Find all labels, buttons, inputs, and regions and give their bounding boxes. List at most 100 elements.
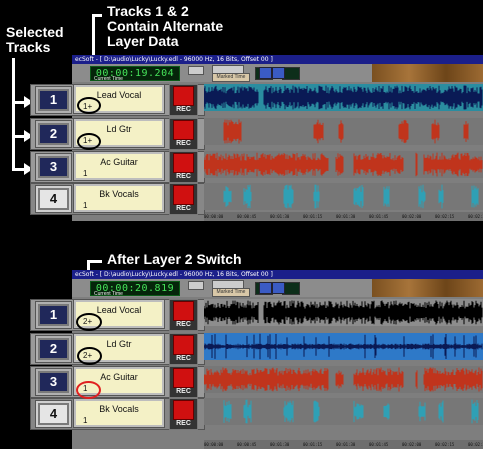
toolbar: 00:00:19.204 Marked Time bbox=[72, 64, 483, 82]
record-icon bbox=[173, 368, 194, 388]
track-name-label: Ac Guitar bbox=[100, 157, 138, 167]
layer-highlight-ellipse bbox=[77, 133, 101, 150]
timeline-tick-label: 00:02:00 bbox=[402, 214, 422, 219]
record-icon bbox=[173, 301, 194, 321]
track-waveform-lane[interactable] bbox=[204, 299, 483, 326]
waveform-svg bbox=[204, 398, 483, 425]
track-number-button[interactable]: 1 bbox=[36, 302, 71, 328]
track-number-button[interactable]: 2 bbox=[36, 121, 71, 147]
bracket-vertical bbox=[12, 58, 15, 171]
layer-highlight-ellipse bbox=[76, 313, 102, 331]
track-waveform-lane[interactable] bbox=[204, 183, 483, 210]
window-title: ecSoft - [ D:\audio\Lucky\Lucky.edl - 96… bbox=[72, 270, 483, 279]
record-icon bbox=[173, 120, 194, 140]
tool-icon[interactable] bbox=[272, 67, 285, 79]
record-icon bbox=[173, 335, 194, 355]
tool-icon[interactable] bbox=[272, 282, 285, 294]
marked-time-field[interactable]: Marked Time bbox=[212, 73, 250, 82]
layer-highlight-ellipse-red bbox=[76, 381, 101, 399]
track-layer-label: 1 bbox=[83, 416, 88, 425]
toolbar-button[interactable] bbox=[212, 65, 244, 74]
track-name-label: Bk Vocals bbox=[99, 189, 139, 199]
track-waveform-lane[interactable] bbox=[204, 118, 483, 145]
record-label: REC bbox=[176, 355, 191, 362]
record-icon bbox=[173, 400, 194, 420]
timeline-tick-label: 00:02:15 bbox=[435, 442, 455, 447]
layer-highlight-ellipse bbox=[77, 97, 101, 114]
track-waveform-lane[interactable] bbox=[204, 398, 483, 425]
timeline-tick-label: 00:01:15 bbox=[303, 442, 323, 447]
record-arm-button[interactable]: REC bbox=[169, 299, 198, 331]
track-waveform-lane[interactable] bbox=[204, 333, 483, 360]
record-arm-button[interactable]: REC bbox=[169, 183, 198, 215]
track-waveform-lane[interactable] bbox=[204, 151, 483, 178]
record-label: REC bbox=[176, 106, 191, 113]
waveform-svg bbox=[204, 299, 483, 326]
record-label: REC bbox=[176, 420, 191, 427]
current-time-label: Current Time bbox=[94, 76, 123, 82]
timeline-tick-label: 00:01:15 bbox=[303, 214, 323, 219]
tool-icon[interactable] bbox=[259, 67, 272, 79]
record-label: REC bbox=[176, 140, 191, 147]
toolbar-button[interactable] bbox=[188, 281, 204, 290]
track-number-button[interactable]: 3 bbox=[36, 369, 71, 395]
timeline-tick-label: 00:01:45 bbox=[369, 214, 389, 219]
track-name-field[interactable]: Bk Vocals 1 bbox=[74, 184, 164, 212]
window-title: ecSoft - [ D:\audio\Lucky\Lucky.edl - 96… bbox=[72, 55, 483, 64]
wood-panel bbox=[372, 279, 483, 297]
record-icon bbox=[173, 185, 194, 205]
record-label: REC bbox=[176, 321, 191, 328]
timeline-ruler: 00:00:00 00:00:45 00:01:30 00:01:15 00:01:30… bbox=[204, 212, 483, 221]
layer-highlight-ellipse bbox=[77, 347, 102, 365]
wood-panel bbox=[372, 64, 483, 82]
record-label: REC bbox=[176, 388, 191, 395]
tool-icon[interactable] bbox=[259, 282, 272, 294]
track-waveform-lane[interactable] bbox=[204, 84, 483, 111]
timeline-tick-label: 00:00:45 bbox=[237, 442, 257, 447]
waveform-svg bbox=[204, 84, 483, 111]
timeline-tick-label: 00:02:15 bbox=[435, 214, 455, 219]
record-icon bbox=[173, 86, 194, 106]
record-arm-button[interactable]: REC bbox=[169, 151, 198, 183]
pointer-line-top-h bbox=[92, 14, 102, 17]
record-label: REC bbox=[176, 205, 191, 212]
waveform-svg bbox=[204, 151, 483, 178]
waveform-svg bbox=[204, 183, 483, 210]
track-waveform-lane[interactable] bbox=[204, 366, 483, 393]
timeline-tick-label: 00:01:30 bbox=[270, 442, 290, 447]
record-arm-button[interactable]: REC bbox=[169, 366, 198, 398]
timeline-tick-label: 00:00:45 bbox=[237, 214, 257, 219]
waveform-svg bbox=[204, 118, 483, 145]
track-name-field[interactable]: Ac Guitar 1 bbox=[74, 152, 164, 180]
timeline-ruler: 00:00:00 00:00:45 00:01:30 00:01:15 00:01:30… bbox=[204, 440, 483, 449]
record-icon bbox=[173, 153, 194, 173]
track-number-button[interactable]: 4 bbox=[36, 186, 71, 212]
timeline-tick-label: 00:01:30 bbox=[270, 214, 290, 219]
timeline-tick-label: 00:02:30 bbox=[468, 214, 483, 219]
toolbar-button[interactable] bbox=[188, 66, 204, 75]
track-number-button[interactable]: 4 bbox=[36, 401, 71, 427]
timeline-tick-label: 00:01:30 bbox=[336, 214, 356, 219]
callout-alternate-layer: Tracks 1 & 2 Contain Alternate Layer Dat… bbox=[107, 3, 224, 49]
track-name-label: Bk Vocals bbox=[99, 404, 139, 414]
toolbar: 00:00:20.819 Marked Time bbox=[72, 279, 483, 297]
timeline-tick-label: 00:00:00 bbox=[204, 214, 224, 219]
timeline-tick-label: 00:02:00 bbox=[402, 442, 422, 447]
track-name-field[interactable]: Bk Vocals 1 bbox=[74, 399, 164, 427]
track-number-button[interactable]: 2 bbox=[36, 336, 71, 362]
track-number-button[interactable]: 3 bbox=[36, 154, 71, 180]
toolbar-button[interactable] bbox=[212, 280, 244, 289]
marked-time-field[interactable]: Marked Time bbox=[212, 288, 250, 297]
current-time-label: Current Time bbox=[94, 291, 123, 297]
record-arm-button[interactable]: REC bbox=[169, 333, 198, 365]
record-arm-button[interactable]: REC bbox=[169, 398, 198, 430]
track-number-button[interactable]: 1 bbox=[36, 87, 71, 113]
timeline-tick-label: 00:00:00 bbox=[204, 442, 224, 447]
record-label: REC bbox=[176, 173, 191, 180]
pointer-line-bottom-h bbox=[87, 260, 102, 263]
record-arm-button[interactable]: REC bbox=[169, 118, 198, 150]
track-layer-label: 1 bbox=[83, 201, 88, 210]
waveform-svg bbox=[204, 333, 483, 360]
record-arm-button[interactable]: REC bbox=[169, 84, 198, 116]
timeline-tick-label: 00:01:30 bbox=[336, 442, 356, 447]
